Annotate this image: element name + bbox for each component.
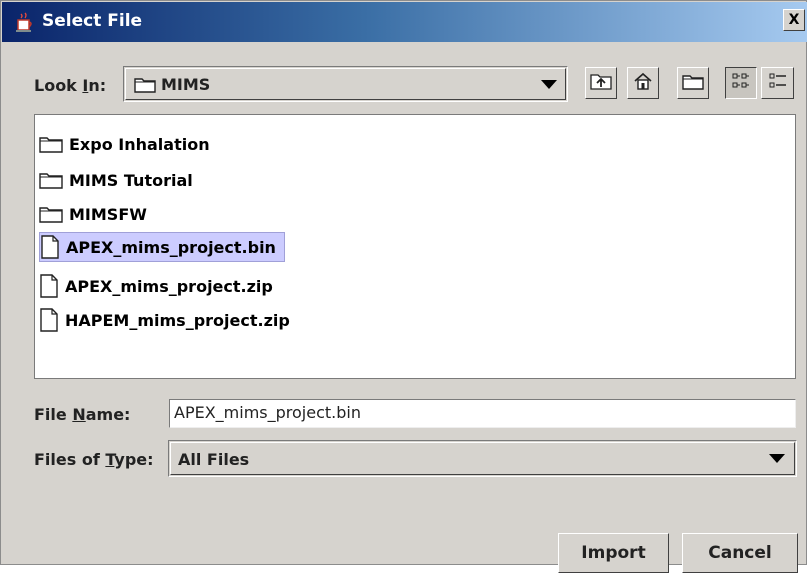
details-view-icon bbox=[768, 71, 788, 95]
import-button[interactable]: Import bbox=[558, 533, 669, 573]
java-cup-icon bbox=[14, 12, 36, 34]
chevron-down-icon[interactable] bbox=[769, 454, 785, 463]
file-icon bbox=[40, 308, 58, 332]
list-item[interactable]: APEX_mims_project.zip bbox=[39, 271, 281, 301]
files-of-type-label: Files of Type: bbox=[34, 450, 154, 469]
files-of-type-combo[interactable]: All Files bbox=[168, 440, 797, 477]
list-item-label: HAPEM_mims_project.zip bbox=[65, 310, 290, 330]
list-item-label: Expo Inhalation bbox=[69, 134, 210, 154]
title-bar[interactable]: Select File X bbox=[2, 2, 807, 42]
import-button-label: Import bbox=[581, 543, 646, 563]
file-icon bbox=[40, 274, 58, 298]
files-of-type-label-pre: Files of bbox=[34, 450, 106, 469]
files-of-type-value: All Files bbox=[178, 450, 250, 469]
look-in-combo[interactable]: MIMS bbox=[123, 66, 568, 102]
list-item-label: MIMSFW bbox=[69, 204, 147, 224]
up-folder-icon bbox=[590, 72, 612, 94]
file-name-label-post: ame: bbox=[85, 405, 131, 424]
close-button[interactable]: X bbox=[783, 9, 805, 31]
list-item-label: APEX_mims_project.bin bbox=[66, 237, 276, 257]
home-icon bbox=[633, 71, 653, 95]
select-file-dialog: Select File X Look In: MIMS Expo Inhalat… bbox=[0, 0, 807, 573]
file-name-label: File Name: bbox=[34, 405, 130, 424]
look-in-label-post: n: bbox=[88, 76, 107, 95]
look-in-label-pre: Look bbox=[34, 76, 83, 95]
look-in-value: MIMS bbox=[161, 75, 211, 94]
list-item-selected[interactable]: APEX_mims_project.bin bbox=[39, 232, 285, 262]
chevron-down-icon[interactable] bbox=[541, 80, 557, 89]
list-view-icon bbox=[731, 71, 751, 95]
file-name-input[interactable]: APEX_mims_project.bin bbox=[169, 399, 796, 428]
list-item[interactable]: HAPEM_mims_project.zip bbox=[39, 305, 298, 335]
list-item[interactable]: MIMS Tutorial bbox=[39, 165, 201, 195]
folder-icon bbox=[134, 76, 156, 97]
list-item[interactable]: MIMSFW bbox=[39, 199, 155, 229]
close-icon: X bbox=[788, 12, 800, 28]
folder-icon bbox=[39, 207, 63, 223]
up-folder-button[interactable] bbox=[585, 67, 617, 99]
file-name-label-pre: File bbox=[34, 405, 73, 424]
files-of-type-label-post: ype: bbox=[114, 450, 154, 469]
look-in-label: Look In: bbox=[34, 76, 106, 95]
new-folder-button[interactable] bbox=[677, 67, 709, 99]
list-item-label: MIMS Tutorial bbox=[69, 170, 193, 190]
folder-icon bbox=[39, 137, 63, 153]
new-folder-icon bbox=[682, 73, 704, 94]
list-view-button[interactable] bbox=[725, 67, 757, 99]
file-name-mnemonic: N bbox=[72, 405, 86, 424]
window-title: Select File bbox=[42, 11, 143, 31]
cancel-button[interactable]: Cancel bbox=[682, 533, 798, 573]
details-view-button[interactable] bbox=[761, 67, 794, 99]
folder-icon bbox=[39, 173, 63, 189]
list-item-label: APEX_mims_project.zip bbox=[65, 276, 273, 296]
list-item[interactable]: Expo Inhalation bbox=[39, 129, 218, 159]
file-icon bbox=[41, 235, 59, 259]
file-list[interactable]: Expo Inhalation MIMS Tutorial MIMSFW APE… bbox=[34, 114, 796, 379]
home-button[interactable] bbox=[627, 67, 659, 99]
cancel-button-label: Cancel bbox=[708, 543, 772, 563]
